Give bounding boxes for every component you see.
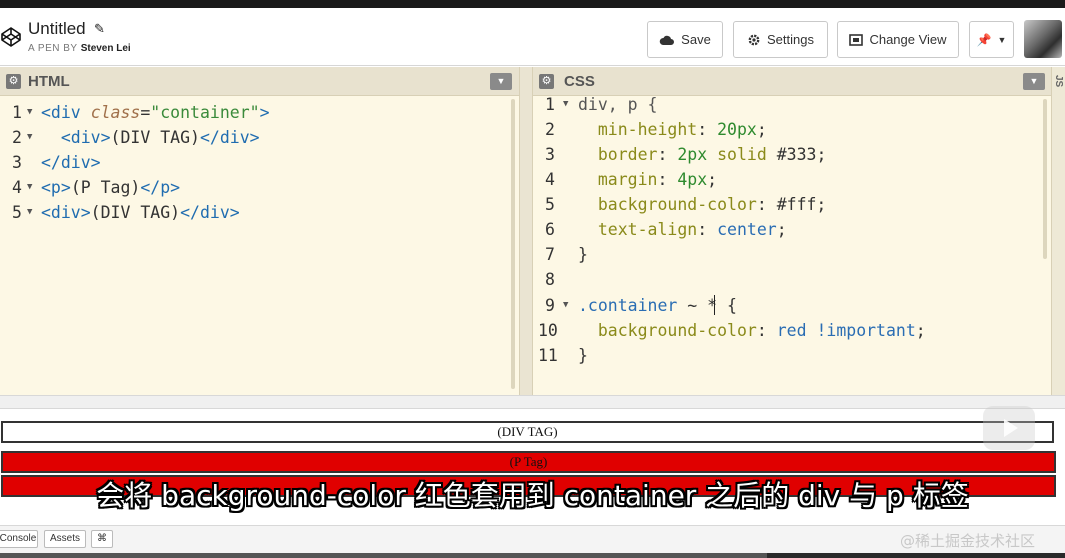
line-number: 3	[12, 153, 22, 172]
fold-arrow-icon[interactable]: ▼	[27, 200, 37, 225]
line-number: 4	[545, 170, 555, 189]
chevron-down-icon: ▼	[997, 34, 1007, 45]
line-number: 2	[545, 120, 555, 139]
css-editor-panel: ⚙ CSS ▼ 1 ▼ div, p { 2 min-height: 20px;…	[533, 67, 1051, 395]
html-editor-panel: ⚙ HTML ▼ 1 ▼ <div class="container"> 2 ▼…	[0, 67, 519, 395]
assets-button[interactable]: Assets	[44, 530, 86, 548]
js-panel-label: JS	[1053, 75, 1064, 88]
css-code-line: div, p {	[578, 95, 658, 114]
css-settings-gear-icon[interactable]: ⚙	[539, 74, 554, 89]
html-panel-chevron-down-icon[interactable]: ▼	[490, 73, 512, 90]
save-label: Save	[681, 32, 711, 47]
line-number: 3	[545, 145, 555, 164]
preview-p-box: (P Tag)	[1, 451, 1056, 473]
cloud-icon	[659, 35, 675, 45]
line-number: 10	[538, 321, 558, 340]
js-panel-collapsed[interactable]: JS	[1051, 67, 1065, 395]
shortcuts-button[interactable]: ⌘	[91, 530, 113, 548]
css-code-line: text-align: center;	[597, 220, 787, 239]
html-code-line: </div>	[41, 153, 101, 172]
panel-resize-handle[interactable]	[519, 67, 533, 395]
codepen-logo-icon[interactable]	[0, 26, 22, 48]
fold-arrow-icon[interactable]: ▼	[27, 125, 37, 150]
line-number: 8	[545, 270, 555, 289]
change-view-button[interactable]: Change View	[837, 21, 959, 58]
html-code-line: <p>(P Tag)</p>	[41, 178, 181, 197]
video-progress-bar[interactable]	[0, 553, 1065, 558]
line-number: 11	[538, 346, 558, 365]
line-number: 5	[545, 195, 555, 214]
css-panel-label: CSS	[564, 73, 595, 90]
settings-button[interactable]: Settings	[733, 21, 828, 58]
change-view-label: Change View	[869, 32, 947, 47]
css-panel-chevron-down-icon[interactable]: ▼	[1023, 73, 1045, 90]
pin-icon: 📌	[976, 32, 992, 47]
css-code-line: }	[578, 346, 588, 365]
text-cursor	[714, 295, 715, 315]
html-code-line: <div class="container">	[41, 103, 270, 122]
user-avatar[interactable]	[1024, 20, 1062, 58]
line-number: 7	[545, 245, 555, 264]
edit-title-icon[interactable]: ✎	[94, 21, 105, 37]
fold-arrow-icon[interactable]: ▼	[563, 293, 573, 318]
css-code-line: }	[578, 245, 588, 264]
video-progress-fill	[0, 553, 767, 558]
video-subtitle: 会将 background-color 红色套用到 container 之后的 …	[96, 479, 969, 512]
css-code-line: border: 2px solid #333;	[597, 145, 827, 164]
watermark: @稀土掘金技术社区	[900, 532, 1036, 550]
html-settings-gear-icon[interactable]: ⚙	[6, 74, 21, 89]
css-code-line: background-color: red !important;	[597, 321, 926, 340]
html-panel-label: HTML	[28, 73, 70, 90]
html-code-line: <div>(DIV TAG)</div>	[41, 203, 240, 222]
top-bar: Untitled ✎ A PEN BY Steven Lei Save Sett…	[0, 0, 1065, 66]
html-scrollbar[interactable]	[511, 99, 515, 389]
css-code-line: margin: 4px;	[597, 170, 718, 189]
css-code-line: min-height: 20px;	[597, 120, 767, 139]
pin-menu-button[interactable]: 📌 ▼	[969, 21, 1014, 58]
save-button[interactable]: Save	[647, 21, 723, 58]
pen-byline: A PEN BY Steven Lei	[28, 43, 131, 54]
fold-arrow-icon[interactable]: ▼	[27, 100, 37, 125]
settings-label: Settings	[767, 32, 814, 47]
play-icon[interactable]	[983, 406, 1035, 450]
byline-prefix: A PEN BY	[28, 43, 78, 54]
preview-resize-handle[interactable]	[0, 395, 1065, 409]
fold-arrow-icon[interactable]: ▼	[563, 92, 573, 117]
pen-title[interactable]: Untitled	[28, 19, 86, 39]
author-name[interactable]: Steven Lei	[81, 43, 131, 54]
html-panel-header: ⚙ HTML ▼	[0, 67, 519, 96]
layout-icon	[849, 33, 864, 46]
preview-div-box: (DIV TAG)	[1, 421, 1054, 443]
html-code-line: <div>(DIV TAG)</div>	[60, 128, 260, 147]
css-code-line: background-color: #fff;	[597, 195, 827, 214]
css-scrollbar[interactable]	[1043, 99, 1047, 259]
gear-icon	[748, 34, 760, 45]
console-button[interactable]: Console	[0, 530, 38, 548]
window-strip	[0, 0, 1065, 8]
fold-arrow-icon[interactable]: ▼	[27, 175, 37, 200]
line-number: 6	[545, 220, 555, 239]
